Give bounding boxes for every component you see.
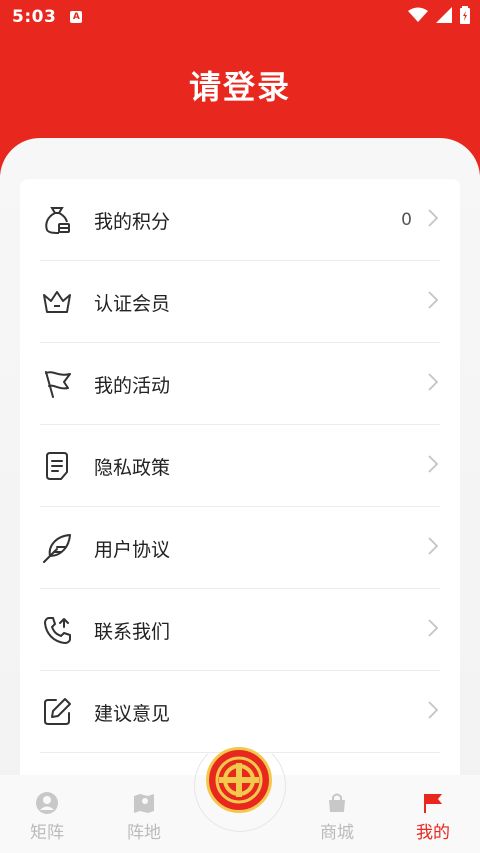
menu-item-points[interactable]: 我的积分 0 bbox=[20, 179, 460, 261]
phone-icon bbox=[40, 613, 74, 647]
status-icons bbox=[408, 6, 470, 24]
wifi-icon bbox=[408, 7, 428, 22]
tab-label: 我的 bbox=[416, 823, 450, 843]
shop-bag-icon bbox=[329, 793, 345, 812]
tab-label: 阵地 bbox=[127, 823, 161, 843]
red-flag-icon bbox=[424, 794, 442, 813]
battery-icon bbox=[460, 6, 470, 24]
money-bag-icon bbox=[40, 203, 74, 237]
chevron-right-icon bbox=[428, 373, 438, 391]
tab-label: 商城 bbox=[320, 823, 354, 843]
notification-a-icon: A bbox=[70, 11, 83, 23]
menu-item-label: 认证会员 bbox=[94, 292, 171, 315]
flag-icon bbox=[40, 367, 74, 401]
edit-icon bbox=[40, 695, 74, 729]
signal-icon bbox=[436, 7, 452, 23]
tab-mine[interactable]: 我的 bbox=[398, 791, 468, 843]
tab-mall[interactable]: 商城 bbox=[302, 791, 372, 843]
menu-item-user-agreement[interactable]: 用户协议 bbox=[20, 507, 460, 589]
menu-item-label: 我的活动 bbox=[94, 374, 171, 397]
menu-item-label: 用户协议 bbox=[94, 538, 171, 561]
menu-item-label: 隐私政策 bbox=[94, 456, 171, 479]
menu-item-privacy[interactable]: 隐私政策 bbox=[20, 425, 460, 507]
user-icon bbox=[36, 792, 58, 814]
chevron-right-icon bbox=[428, 209, 438, 227]
crown-icon bbox=[40, 285, 74, 319]
chevron-right-icon bbox=[428, 537, 438, 555]
menu-card: 我的积分 0 认证会员 我的活动 隐私政策 用户协议 联系我们 建议意见 bbox=[20, 179, 460, 799]
feather-icon bbox=[40, 531, 74, 565]
menu-item-label: 联系我们 bbox=[94, 620, 171, 643]
tab-label: 矩阵 bbox=[30, 823, 64, 843]
status-bar: 5:03 A bbox=[0, 0, 480, 34]
document-icon bbox=[40, 449, 74, 483]
menu-item-label: 建议意见 bbox=[94, 702, 171, 725]
tab-position[interactable]: 阵地 bbox=[109, 791, 179, 843]
tab-matrix[interactable]: 矩阵 bbox=[12, 791, 82, 843]
union-emblem-icon bbox=[215, 756, 263, 804]
menu-item-label: 我的积分 bbox=[94, 210, 171, 233]
chevron-right-icon bbox=[428, 291, 438, 309]
status-time: 5:03 bbox=[12, 7, 57, 27]
points-value: 0 bbox=[401, 210, 412, 230]
chevron-right-icon bbox=[428, 701, 438, 719]
menu-item-activities[interactable]: 我的活动 bbox=[20, 343, 460, 425]
center-union-button[interactable] bbox=[206, 747, 272, 813]
chevron-right-icon bbox=[428, 619, 438, 637]
menu-item-contact[interactable]: 联系我们 bbox=[20, 589, 460, 671]
page-title[interactable]: 请登录 bbox=[0, 62, 480, 108]
chevron-right-icon bbox=[428, 455, 438, 473]
menu-item-membership[interactable]: 认证会员 bbox=[20, 261, 460, 343]
map-icon bbox=[134, 794, 154, 813]
